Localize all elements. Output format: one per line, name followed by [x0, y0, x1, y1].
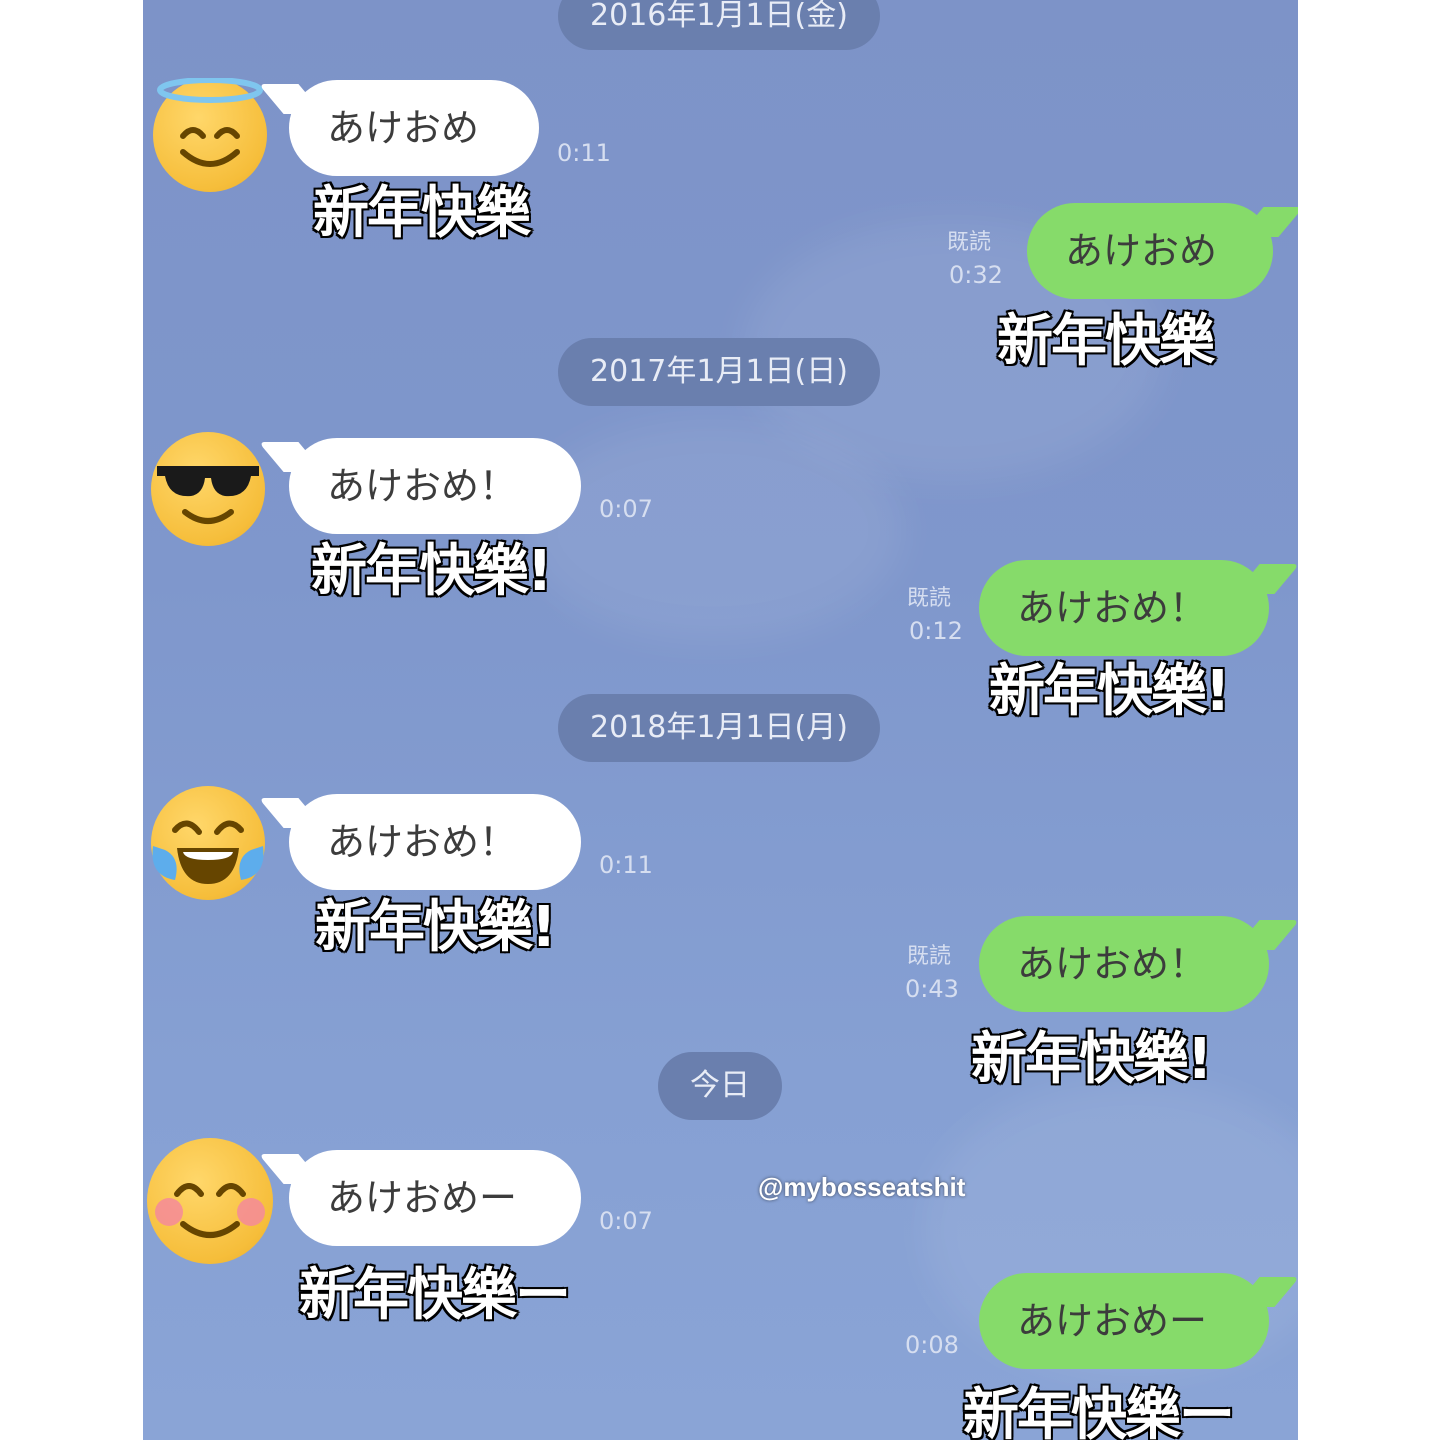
message-time: 0:12 — [909, 617, 963, 645]
read-receipt: 既読 — [947, 230, 992, 255]
outgoing-message-bubble[interactable]: あけおめー — [979, 1273, 1269, 1369]
message-time: 0:43 — [905, 975, 959, 1003]
read-receipt: 既読 — [907, 944, 952, 969]
background-cloud — [523, 420, 903, 640]
incoming-message-bubble[interactable]: あけおめ！ — [289, 794, 581, 890]
message-time: 0:08 — [905, 1331, 959, 1359]
incoming-message-bubble[interactable]: あけおめ！ — [289, 438, 581, 534]
incoming-message-bubble[interactable]: あけおめー — [289, 1150, 581, 1246]
tears-of-joy-emoji-icon[interactable] — [151, 786, 265, 900]
read-receipt: 既読 — [907, 586, 952, 611]
outgoing-message-bubble[interactable]: あけおめ！ — [979, 560, 1269, 656]
subtitle-caption: 新年快樂 — [312, 180, 533, 248]
subtitle-caption: 新年快樂ー — [298, 1262, 573, 1330]
watermark: @mybosseatshit — [758, 1172, 966, 1202]
date-separator: 2018年1月1日(月) — [558, 694, 880, 762]
subtitle-caption: 新年快樂! — [970, 1026, 1215, 1094]
subtitle-caption: 新年快樂 — [996, 308, 1217, 376]
date-separator: 2016年1月1日(金) — [558, 0, 880, 50]
message-time: 0:32 — [949, 261, 1003, 289]
outgoing-message-bubble[interactable]: あけおめ！ — [979, 916, 1269, 1012]
chat-view[interactable]: 2016年1月1日(金) 2017年1月1日(日) 2018年1月1日(月) 今… — [143, 0, 1298, 1440]
message-time: 0:11 — [599, 851, 653, 879]
date-separator-today: 今日 — [658, 1052, 782, 1120]
blushing-smile-emoji-icon[interactable] — [147, 1138, 273, 1264]
sunglasses-emoji-icon[interactable] — [151, 432, 265, 546]
message-time: 0:07 — [599, 1207, 653, 1235]
halo-smile-emoji-icon[interactable] — [153, 78, 267, 192]
outgoing-message-bubble[interactable]: あけおめ — [1027, 203, 1273, 299]
message-time: 0:11 — [557, 139, 611, 167]
date-separator: 2017年1月1日(日) — [558, 338, 880, 406]
subtitle-caption: 新年快樂ー — [962, 1382, 1237, 1440]
incoming-message-bubble[interactable]: あけおめ — [289, 80, 539, 176]
message-time: 0:07 — [599, 495, 653, 523]
subtitle-caption: 新年快樂! — [988, 658, 1233, 726]
subtitle-caption: 新年快樂! — [310, 538, 555, 606]
subtitle-caption: 新年快樂! — [314, 894, 559, 962]
